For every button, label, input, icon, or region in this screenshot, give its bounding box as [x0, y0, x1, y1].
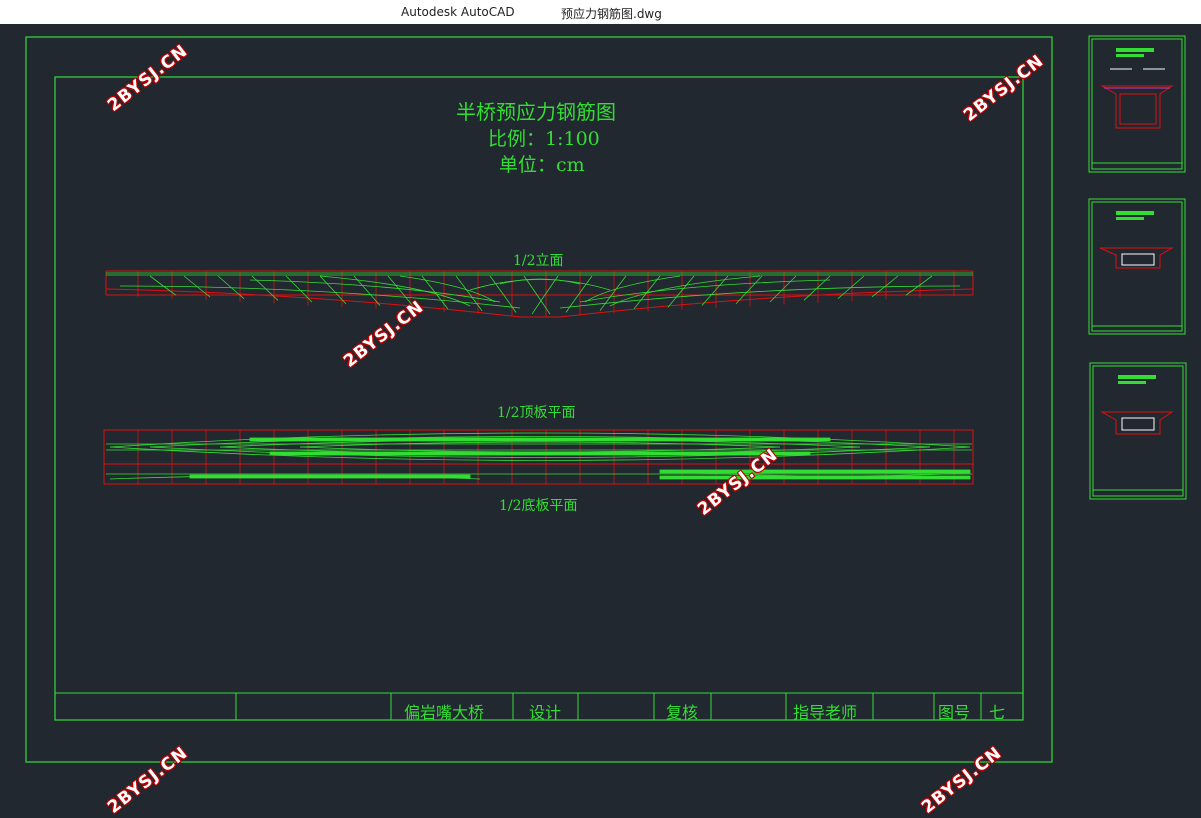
tendon-curve: [667, 275, 695, 308]
elevation-label: 1/2立面: [513, 253, 564, 269]
app-name: Autodesk AutoCAD: [401, 5, 515, 19]
drawing-title: 半桥预应力钢筋图: [456, 100, 616, 124]
tendon-curve: [905, 275, 933, 296]
top-plan-label: 1/2顶板平面: [497, 405, 576, 421]
advisor-label: 指导老师: [793, 703, 858, 722]
title-bar: Autodesk AutoCAD 预应力钢筋图.dwg: [0, 0, 1201, 24]
bottom-plan-view: [103, 463, 974, 485]
drawing-unit: 单位：cm: [499, 154, 585, 176]
drawing-svg: [25, 35, 1187, 763]
file-name: 预应力钢筋图.dwg: [561, 7, 662, 21]
tendon-curve: [633, 275, 661, 310]
thumbnail-1: [1088, 35, 1186, 173]
design-label: 设计: [529, 703, 562, 722]
project-name: 偏岩嘴大桥: [404, 703, 485, 722]
tendon-curve: [769, 275, 797, 303]
drawing-canvas[interactable]: 半桥预应力钢筋图 比例：1:100 单位：cm 1/2立面 1/2顶板平面 1/…: [0, 24, 1201, 818]
bottom-plan-label: 1/2底板平面: [499, 498, 578, 514]
drawing-no: 七: [989, 703, 1006, 722]
drawing-no-label: 图号: [938, 703, 971, 722]
review-label: 复核: [666, 703, 699, 722]
layout-thumbnails: [1088, 35, 1187, 500]
top-plan-view: [103, 429, 974, 465]
thumbnail-2: [1088, 198, 1186, 335]
elevation-view: [105, 270, 974, 318]
thumbnail-3: [1089, 362, 1187, 500]
drawing-scale: 比例：1:100: [488, 128, 600, 150]
